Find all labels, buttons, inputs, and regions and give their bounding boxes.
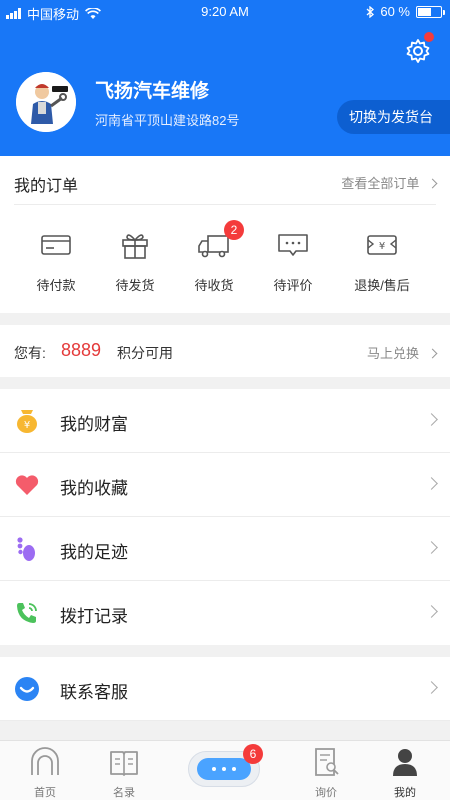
menu-item-wealth[interactable]: ¥ 我的财富 (0, 389, 450, 453)
tab-inquiry[interactable]: 询价 (296, 747, 356, 800)
chevron-right-icon (425, 605, 438, 618)
menu-item-label: 我的收藏 (60, 479, 128, 498)
chevron-right-icon (427, 178, 438, 189)
switch-to-shipping-button[interactable]: 切换为发货台 (337, 100, 450, 134)
chevron-right-icon (425, 413, 438, 426)
bottom-tab-bar: 首页 名录 6 询价 我的 (0, 740, 450, 800)
order-status-label: 待发货 (115, 278, 155, 293)
order-status-pending-receipt[interactable]: 待收货 (179, 230, 249, 294)
book-icon (110, 751, 138, 776)
tab-label: 询价 (315, 787, 337, 799)
view-all-orders-link[interactable]: 查看全部订单 (341, 173, 438, 192)
divider (14, 204, 436, 205)
menu-item-label: 我的足迹 (60, 543, 128, 562)
redeem-label: 马上兑换 (366, 346, 419, 361)
menu-item-label: 拨打记录 (60, 607, 128, 626)
order-status-refund[interactable]: ¥ 退换/售后 (347, 230, 417, 294)
store-address: 河南省平顶山建设路82号 (95, 113, 240, 128)
heart-icon (15, 475, 39, 495)
menu-item-favorites[interactable]: 我的收藏 (0, 453, 450, 517)
battery-percent: 60 % (380, 4, 410, 19)
my-orders-section: 我的订单 查看全部订单 待付款 待发货 待收货 2 待评价 ¥ 退换/售后 (0, 156, 450, 313)
settings-notification-dot (424, 32, 434, 42)
battery-icon (416, 5, 445, 18)
mechanic-avatar-image (16, 72, 76, 132)
menu-item-label: 联系客服 (60, 683, 128, 702)
tab-label: 名录 (113, 787, 135, 799)
svg-text:¥: ¥ (379, 241, 385, 252)
inquiry-icon (315, 748, 339, 776)
phone-icon (17, 603, 37, 623)
view-all-orders-label: 查看全部订单 (341, 176, 420, 191)
tab-home[interactable]: 首页 (15, 747, 75, 800)
menu-item-customer-service[interactable]: 联系客服 (0, 657, 450, 721)
chevron-right-icon (425, 541, 438, 554)
status-bar: 中国移动 9:20 AM 60 % (0, 0, 450, 24)
order-status-label: 退换/售后 (354, 278, 410, 293)
points-value: 8889 (61, 340, 102, 360)
order-status-label: 待评价 (273, 278, 313, 293)
pending-receipt-badge: 2 (224, 220, 244, 240)
orders-title: 我的订单 (14, 178, 79, 195)
points-prefix: 您有: (14, 345, 46, 361)
footprint-icon (17, 537, 35, 561)
chevron-right-icon (427, 348, 438, 359)
chat-badge: 6 (243, 744, 263, 764)
chat-bubble-icon (15, 677, 39, 701)
menu-item-call-history[interactable]: 拨打记录 (0, 581, 450, 645)
redeem-link[interactable]: 马上兑换 (366, 343, 438, 362)
comment-icon (278, 234, 308, 256)
order-status-label: 待付款 (36, 278, 76, 293)
money-bag-icon: ¥ (17, 410, 37, 433)
chevron-right-icon (425, 681, 438, 694)
user-icon (393, 749, 417, 776)
menu-list: ¥ 我的财富 我的收藏 我的足迹 拨打记录 (0, 389, 450, 645)
tab-directory[interactable]: 名录 (94, 747, 154, 800)
chat-dots-icon (197, 758, 251, 780)
points-unit: 积分可用 (117, 345, 173, 361)
tab-label: 首页 (34, 787, 56, 799)
order-status-pending-payment[interactable]: 待付款 (21, 230, 91, 294)
tab-mine[interactable]: 我的 (375, 747, 435, 800)
avatar[interactable] (16, 72, 76, 132)
store-name: 飞扬汽车维修 (95, 81, 210, 102)
card-icon (41, 235, 71, 255)
home-icon (31, 747, 59, 775)
gift-box-icon (122, 234, 148, 259)
bluetooth-icon (366, 5, 375, 18)
svg-text:¥: ¥ (24, 420, 30, 431)
menu-item-footprints[interactable]: 我的足迹 (0, 517, 450, 581)
tab-label: 我的 (394, 787, 416, 799)
refund-icon: ¥ (367, 235, 397, 255)
profile-header: 飞扬汽车维修 河南省平顶山建设路82号 切换为发货台 (0, 24, 450, 156)
order-status-pending-review[interactable]: 待评价 (258, 230, 328, 294)
order-status-label: 待收货 (194, 278, 234, 293)
menu-item-label: 我的财富 (60, 415, 128, 434)
points-row[interactable]: 您有: 8889 积分可用 马上兑换 (0, 325, 450, 377)
chevron-right-icon (425, 477, 438, 490)
order-status-pending-shipment[interactable]: 待发货 (100, 230, 170, 294)
